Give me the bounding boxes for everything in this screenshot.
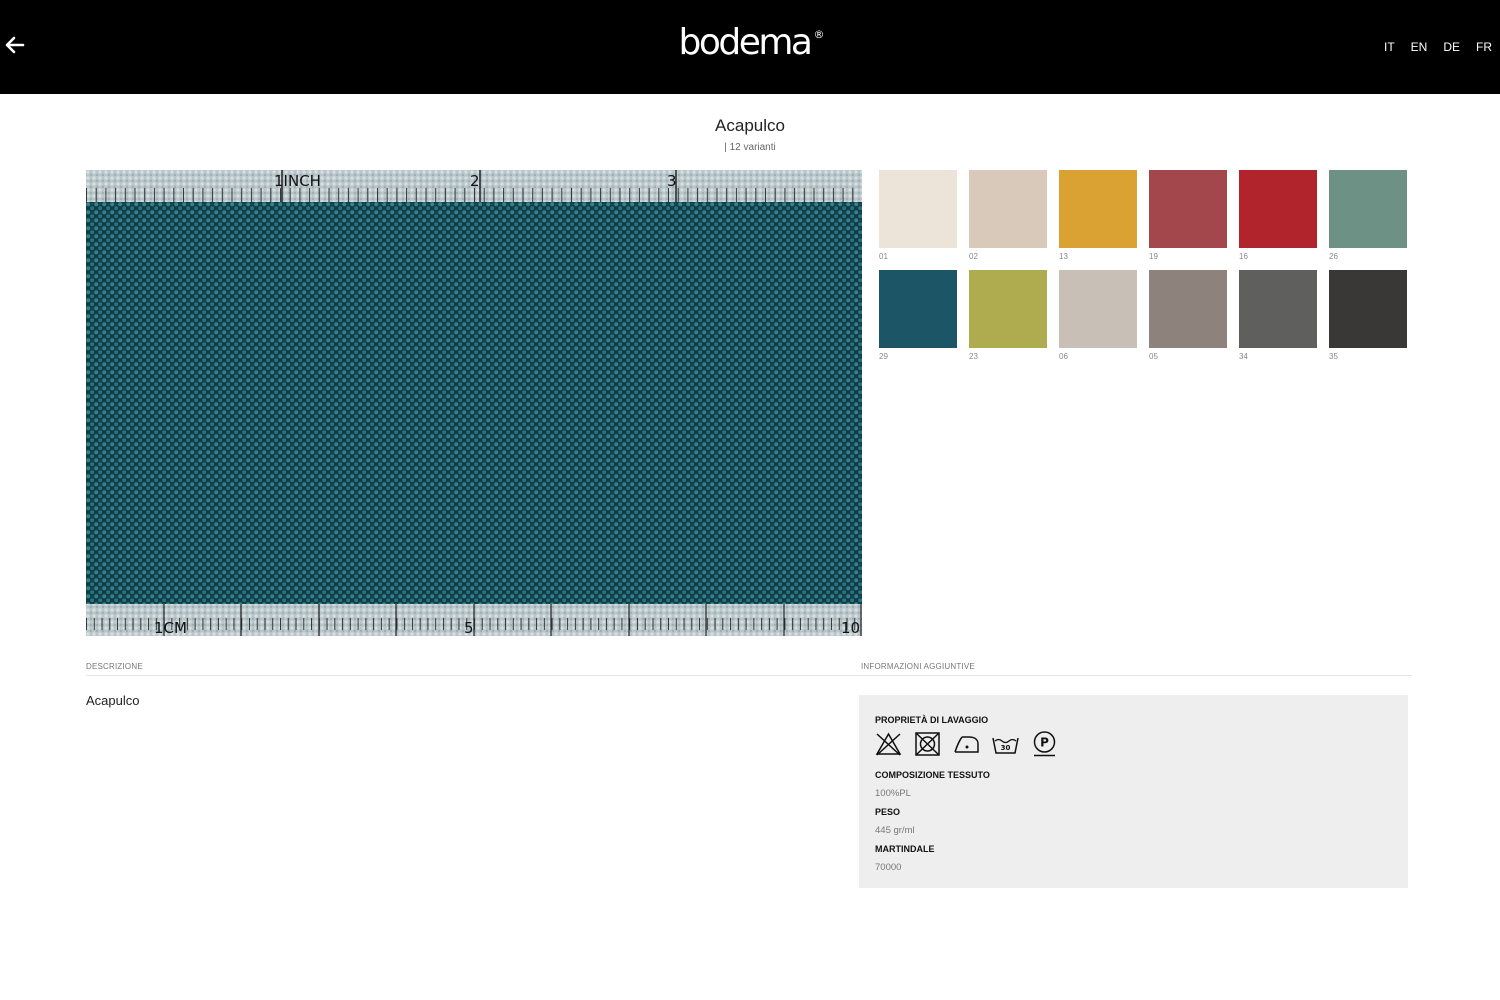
- no-tumble-dry-icon: [915, 732, 940, 756]
- site-header: bodema ® IT EN DE FR: [0, 0, 1500, 94]
- info-section-label: INFORMAZIONI AGGIUNTIVE: [861, 662, 975, 671]
- swatch-code: 01: [879, 252, 888, 261]
- swatch-color[interactable]: [1239, 270, 1317, 348]
- ruler-label-2: 2: [470, 172, 480, 190]
- swatch-code: 06: [1059, 352, 1068, 361]
- ruler-label-10: 10: [841, 619, 860, 636]
- martindale-value: 70000: [875, 862, 902, 873]
- fabric-image: 1INCH 2 3 1CM 5 10: [86, 170, 862, 636]
- brand-registered-mark: ®: [813, 28, 825, 41]
- lang-fr[interactable]: FR: [1476, 40, 1492, 54]
- swatch-19[interactable]: 19: [1149, 170, 1227, 261]
- swatch-color[interactable]: [1149, 270, 1227, 348]
- product-title: Acapulco: [715, 116, 785, 135]
- swatch-34[interactable]: 34: [1239, 270, 1317, 361]
- svg-text:30: 30: [1001, 744, 1011, 752]
- description-text: Acapulco: [86, 693, 140, 708]
- language-switcher: IT EN DE FR: [1368, 40, 1492, 54]
- swatch-code: 35: [1329, 352, 1338, 361]
- weight-heading: PESO: [875, 807, 901, 817]
- no-bleach-icon: [875, 732, 902, 756]
- info-panel: PROPRIETÀ DI LAVAGGIO 30 P COMPOSIZIONE …: [859, 695, 1408, 888]
- swatch-color[interactable]: [1059, 270, 1137, 348]
- variant-count: | 12 varianti: [724, 142, 776, 153]
- lang-it[interactable]: IT: [1384, 40, 1395, 54]
- composition-value: 100%PL: [875, 788, 911, 799]
- iron-low-icon: [954, 736, 979, 753]
- swatch-code: 16: [1239, 252, 1248, 261]
- dry-clean-p-icon: P: [1033, 731, 1056, 757]
- swatch-23[interactable]: 23: [969, 270, 1047, 361]
- lang-de[interactable]: DE: [1443, 40, 1460, 54]
- ruler-label-cm: 1CM: [154, 619, 187, 636]
- ruler-label-5: 5: [464, 619, 474, 636]
- swatch-26[interactable]: 26: [1329, 170, 1407, 261]
- swatch-01[interactable]: 01: [879, 170, 957, 261]
- section-divider: [86, 675, 1412, 676]
- swatch-code: 26: [1329, 252, 1338, 261]
- swatch-color[interactable]: [879, 170, 957, 248]
- swatch-color[interactable]: [969, 170, 1047, 248]
- swatch-02[interactable]: 02: [969, 170, 1047, 261]
- swatch-color[interactable]: [879, 270, 957, 348]
- swatch-color[interactable]: [1149, 170, 1227, 248]
- swatch-13[interactable]: 13: [1059, 170, 1137, 261]
- lang-en[interactable]: EN: [1411, 40, 1428, 54]
- swatch-05[interactable]: 05: [1149, 270, 1227, 361]
- swatch-06[interactable]: 06: [1059, 270, 1137, 361]
- swatch-color[interactable]: [969, 270, 1047, 348]
- swatch-code: 23: [969, 352, 978, 361]
- weight-value: 445 gr/ml: [875, 825, 915, 836]
- swatch-color[interactable]: [1329, 270, 1407, 348]
- martindale-heading: MARTINDALE: [875, 844, 935, 854]
- brand-logo[interactable]: bodema ®: [0, 22, 1500, 63]
- swatch-code: 05: [1149, 352, 1158, 361]
- swatch-code: 34: [1239, 352, 1248, 361]
- swatch-code: 29: [879, 352, 888, 361]
- svg-text:P: P: [1040, 736, 1049, 750]
- swatch-16[interactable]: 16: [1239, 170, 1317, 261]
- swatch-29[interactable]: 29: [879, 270, 957, 361]
- ruler-label-inch: 1INCH: [274, 172, 321, 190]
- wash-30-icon: 30: [992, 737, 1019, 754]
- swatch-35[interactable]: 35: [1329, 270, 1407, 361]
- swatch-color[interactable]: [1329, 170, 1407, 248]
- washing-icons: 30 P: [875, 731, 1392, 757]
- swatch-color[interactable]: [1239, 170, 1317, 248]
- description-section-label: DESCRIZIONE: [86, 662, 143, 671]
- composition-heading: COMPOSIZIONE TESSUTO: [875, 770, 990, 780]
- swatch-code: 19: [1149, 252, 1158, 261]
- washing-heading: PROPRIETÀ DI LAVAGGIO: [875, 715, 989, 725]
- ruler-label-3: 3: [667, 172, 677, 190]
- swatch-code: 02: [969, 252, 978, 261]
- swatch-code: 13: [1059, 252, 1068, 261]
- swatch-color[interactable]: [1059, 170, 1137, 248]
- brand-name: bodema: [678, 22, 813, 63]
